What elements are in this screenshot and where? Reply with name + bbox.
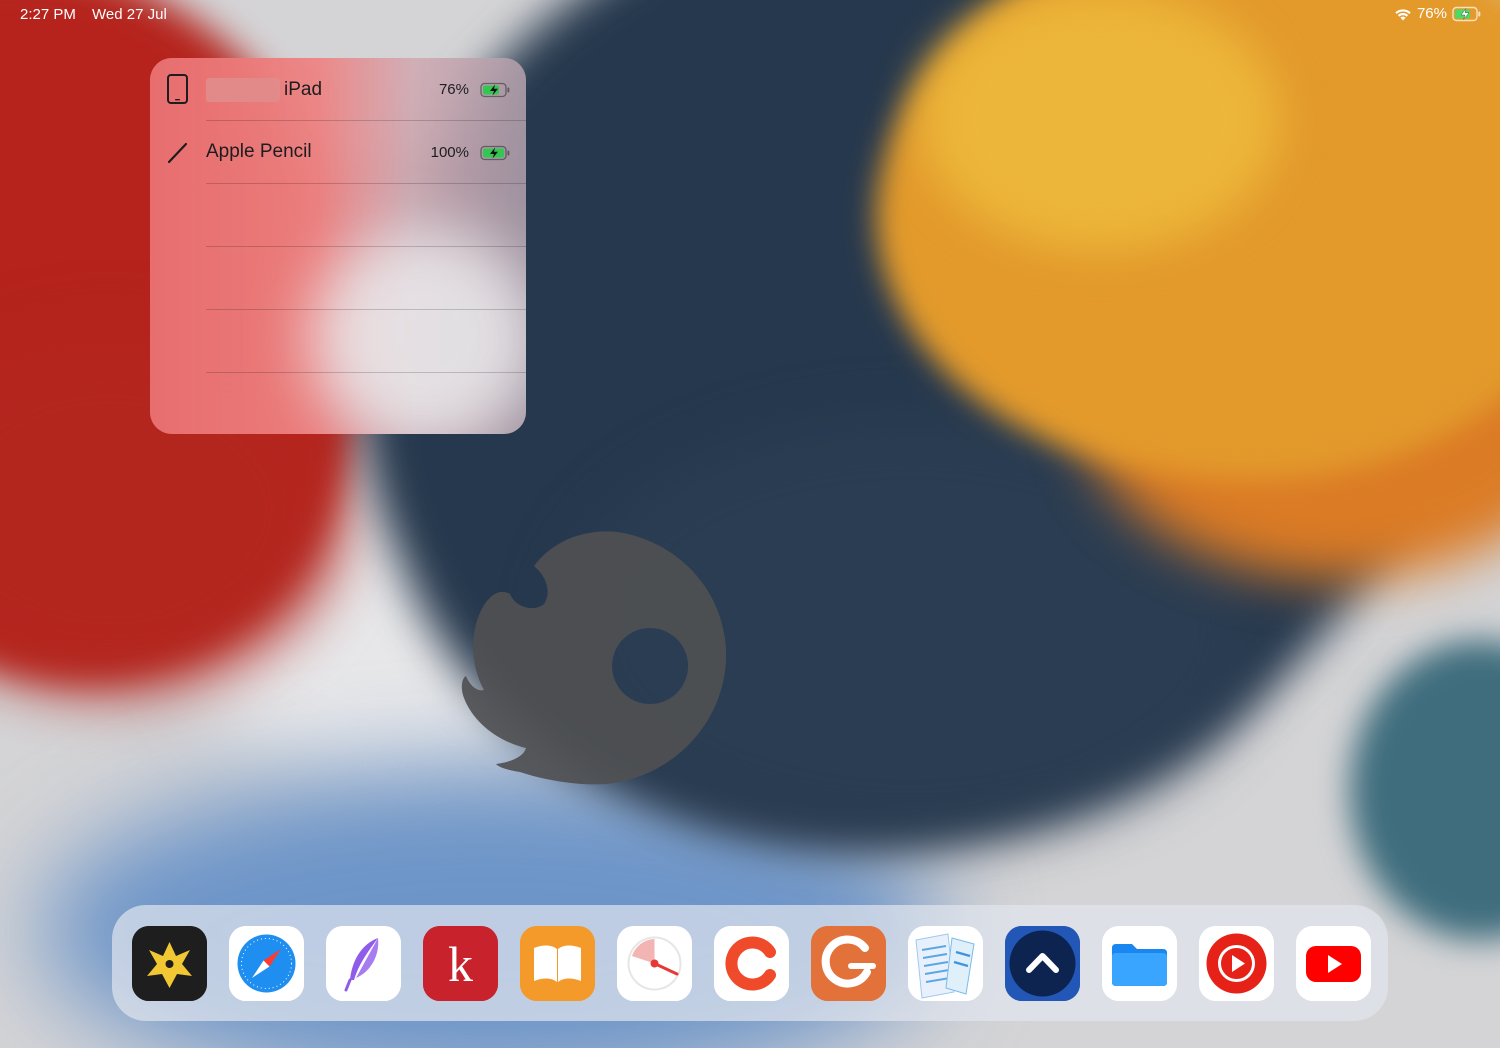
status-bar: 2:27 PM Wed 27 Jul 76%: [0, 0, 1500, 30]
battery-row-empty: [150, 184, 526, 247]
dock: k: [112, 905, 1388, 1021]
device-name-pencil: Apple Pencil: [206, 141, 312, 162]
k-icon: k: [423, 926, 498, 1001]
loading-spinner-icon: [461, 531, 727, 785]
app-timer[interactable]: [617, 926, 692, 1001]
battery-row-ipad: iPad 76%: [150, 58, 526, 121]
status-time: 2:27 PM: [20, 6, 76, 23]
c-icon: [714, 926, 789, 1001]
notes-doc-icon: [908, 926, 983, 1001]
youtube-music-icon: [1199, 926, 1274, 1001]
app-chevron-up[interactable]: [1005, 926, 1080, 1001]
app-files[interactable]: [1102, 926, 1177, 1001]
ipad-icon: [167, 74, 188, 104]
safari-icon: [229, 926, 304, 1001]
battery-percent-ipad: 76%: [438, 81, 469, 98]
batteries-widget[interactable]: iPad 76% Apple Pencil 100%: [150, 58, 526, 434]
app-quill[interactable]: [326, 926, 401, 1001]
battery-charging-icon: [480, 82, 510, 98]
app-books[interactable]: [520, 926, 595, 1001]
timer-icon: [617, 926, 692, 1001]
app-g[interactable]: [811, 926, 886, 1001]
app-notes-doc[interactable]: [908, 926, 983, 1001]
ulysses-icon: [132, 926, 207, 1001]
battery-charging-icon: [480, 145, 510, 161]
redacted-owner-name: [206, 78, 280, 102]
youtube-icon: [1296, 926, 1371, 1001]
app-ulysses[interactable]: [132, 926, 207, 1001]
device-name-ipad: iPad: [284, 79, 323, 101]
status-battery-percent: 76%: [1416, 5, 1447, 22]
app-youtube-music[interactable]: [1199, 926, 1274, 1001]
quill-icon: [326, 926, 401, 1001]
app-k[interactable]: k: [423, 926, 498, 1001]
chevron-up-icon: [1005, 926, 1080, 1001]
files-icon: [1102, 926, 1177, 1001]
books-icon: [520, 926, 595, 1001]
battery-charging-icon: [1452, 6, 1481, 21]
status-date: Wed 27 Jul: [92, 6, 167, 23]
battery-percent-pencil: 100%: [430, 144, 469, 161]
battery-row-pencil: Apple Pencil 100%: [150, 121, 526, 184]
g-icon: [811, 926, 886, 1001]
app-c[interactable]: [714, 926, 789, 1001]
pencil-icon: [167, 142, 188, 164]
battery-row-empty: [150, 247, 526, 310]
app-youtube[interactable]: [1296, 926, 1371, 1001]
app-safari[interactable]: [229, 926, 304, 1001]
wifi-icon: [1395, 8, 1411, 20]
battery-row-empty: [150, 310, 526, 373]
svg-text:k: k: [448, 936, 473, 992]
